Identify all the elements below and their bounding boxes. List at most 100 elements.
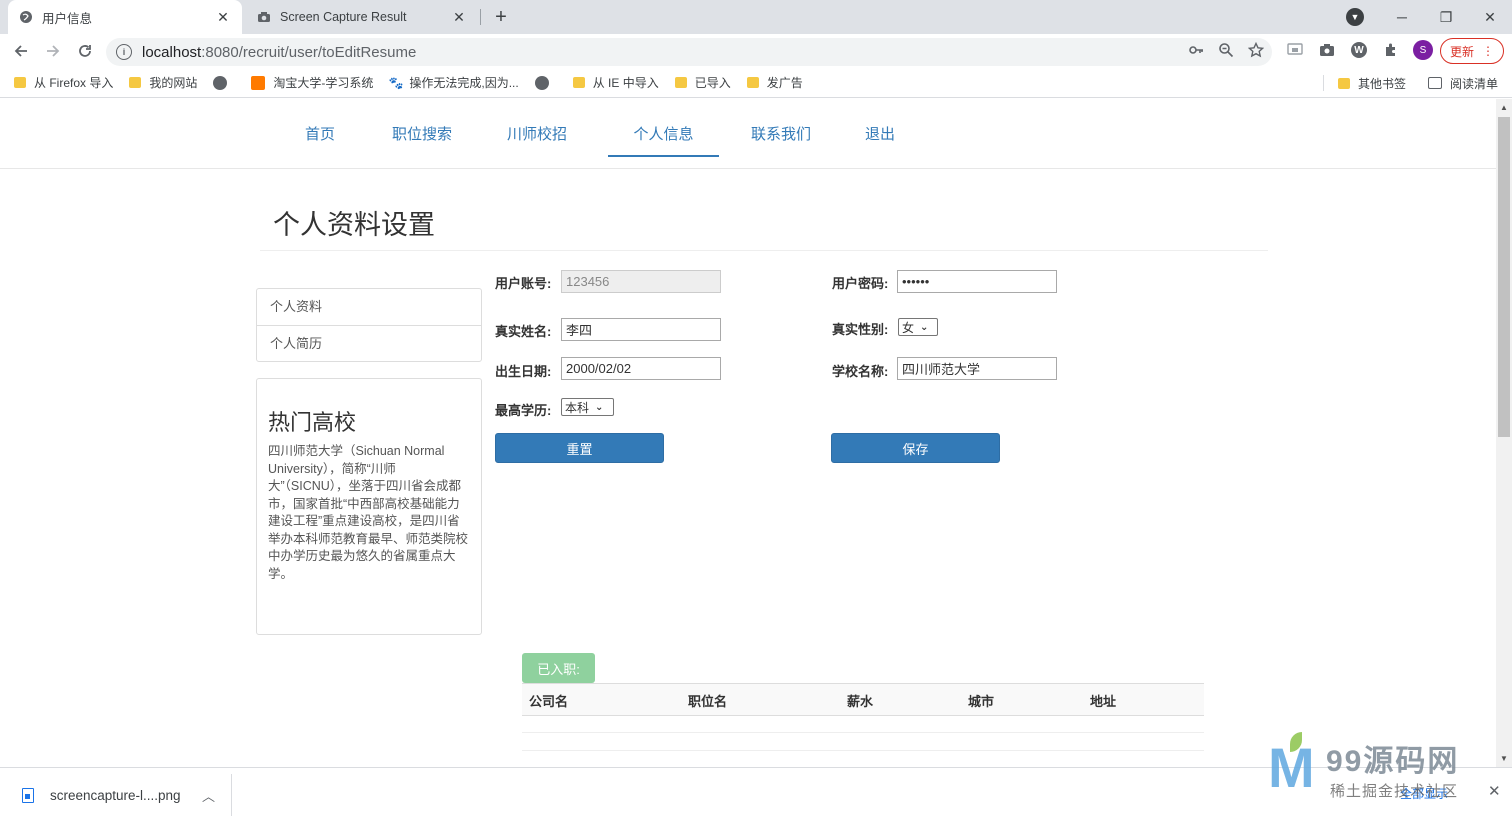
col-address: 地址 bbox=[1090, 694, 1117, 709]
address-bar[interactable]: i localhost:8080/recruit/user/toEditResu… bbox=[106, 38, 1272, 66]
close-window-icon[interactable]: ✕ bbox=[1468, 0, 1512, 34]
birth-label: 出生日期: bbox=[495, 364, 552, 379]
bookmark-taobao-university[interactable]: 淘宝大学-学习系统 bbox=[251, 74, 373, 91]
nav-personal-info[interactable]: 个人信息 bbox=[608, 123, 719, 157]
realname-label: 真实姓名: bbox=[495, 324, 552, 339]
realname-field[interactable] bbox=[561, 318, 721, 341]
back-icon[interactable] bbox=[9, 39, 33, 63]
bookmark-globe-1[interactable] bbox=[213, 75, 235, 90]
hot-schools-title: 热门高校 bbox=[268, 410, 357, 435]
nav-contact[interactable]: 联系我们 bbox=[751, 123, 811, 144]
scrollbar[interactable]: ▲ ▼ bbox=[1496, 99, 1512, 767]
table-row bbox=[522, 733, 1204, 751]
education-select[interactable]: 本科 ⌄ bbox=[561, 398, 614, 416]
nav-logout[interactable]: 退出 bbox=[865, 123, 895, 144]
tab-screen-capture[interactable]: Screen Capture Result ✕ bbox=[246, 0, 478, 34]
download-filename: screencapture-l....png bbox=[50, 787, 181, 803]
chevron-down-icon: ⌄ bbox=[920, 321, 929, 333]
birth-field[interactable] bbox=[561, 357, 721, 380]
side-menu: 个人资料 个人简历 bbox=[256, 288, 482, 362]
taobao-icon bbox=[251, 75, 266, 90]
page-title: 个人资料设置 bbox=[273, 210, 435, 240]
chevron-down-icon: ⌄ bbox=[595, 401, 604, 413]
update-label: 更新 bbox=[1449, 44, 1474, 59]
close-icon[interactable]: ✕ bbox=[450, 8, 468, 26]
zoom-icon[interactable] bbox=[1218, 42, 1234, 61]
tab-search-icon[interactable]: ▼ bbox=[1346, 8, 1364, 26]
nav-home[interactable]: 首页 bbox=[305, 123, 335, 144]
side-menu-resume[interactable]: 个人简历 bbox=[257, 325, 481, 361]
folder-icon bbox=[746, 77, 759, 88]
bookmark-globe-2[interactable] bbox=[534, 75, 557, 90]
bookmarks-right: 其他书签 阅读清单 bbox=[1322, 68, 1498, 98]
folder-icon bbox=[1337, 77, 1350, 89]
forward-icon[interactable] bbox=[41, 39, 65, 63]
update-button[interactable]: 更新 ⋮ bbox=[1440, 38, 1504, 64]
gender-select[interactable]: 女 ⌄ bbox=[898, 318, 938, 336]
puzzle-icon[interactable] bbox=[1380, 39, 1402, 61]
folder-icon bbox=[14, 77, 26, 88]
password-label: 用户密码: bbox=[832, 276, 889, 291]
school-field[interactable] bbox=[897, 357, 1057, 380]
school-label: 学校名称: bbox=[832, 364, 889, 379]
info-icon[interactable]: i bbox=[116, 44, 132, 60]
nav-job-search[interactable]: 职位搜索 bbox=[392, 123, 452, 144]
tab-separator bbox=[480, 9, 481, 25]
key-icon[interactable] bbox=[1188, 42, 1204, 61]
reset-button[interactable]: 重置 bbox=[495, 433, 664, 463]
cast-icon[interactable] bbox=[1284, 39, 1306, 61]
scroll-down-icon[interactable]: ▼ bbox=[1500, 754, 1508, 763]
extension-icons: W S bbox=[1284, 39, 1434, 61]
bookmark-my-site[interactable]: 我的网站 bbox=[129, 74, 197, 91]
show-all-link[interactable]: 全部显示 bbox=[1400, 785, 1448, 802]
tab-user-info[interactable]: 用户信息 ✕ bbox=[8, 0, 242, 34]
scroll-up-icon[interactable]: ▲ bbox=[1500, 103, 1508, 112]
browser-tab-bar: 用户信息 ✕ Screen Capture Result ✕ + ▼ ─ ❐ ✕ bbox=[0, 0, 1512, 34]
table-row bbox=[522, 716, 1204, 733]
hot-schools-text: 四川师范大学（Sichuan Normal University），简称“川师大… bbox=[268, 444, 469, 581]
close-icon[interactable]: ✕ bbox=[1488, 782, 1501, 800]
col-position: 职位名 bbox=[688, 694, 728, 709]
omnibox-icons bbox=[1188, 41, 1265, 61]
account-label: 用户账号: bbox=[495, 276, 552, 291]
bookmark-other[interactable]: 其他书签 bbox=[1337, 75, 1406, 92]
nav-campus-recruit[interactable]: 川师校招 bbox=[507, 123, 567, 144]
tab-title: Screen Capture Result bbox=[280, 10, 407, 24]
new-tab-icon[interactable]: + bbox=[490, 6, 512, 28]
hot-schools-panel: 热门高校 四川师范大学（Sichuan Normal University），简… bbox=[256, 378, 482, 635]
side-menu-profile[interactable]: 个人资料 bbox=[257, 289, 481, 325]
password-field[interactable] bbox=[897, 270, 1057, 293]
bookmark-ie-import[interactable]: 从 IE 中导入 bbox=[572, 74, 659, 91]
screenshot-icon[interactable] bbox=[1316, 39, 1338, 61]
account-field[interactable] bbox=[561, 270, 721, 293]
globe-icon bbox=[18, 9, 34, 25]
bookmark-ads[interactable]: 发广告 bbox=[746, 74, 803, 91]
star-icon[interactable] bbox=[1247, 41, 1265, 61]
w-extension-icon[interactable]: W bbox=[1348, 39, 1370, 61]
bookmark-operation-failed[interactable]: 🐾 操作无法完成,因为... bbox=[388, 74, 519, 91]
folder-icon bbox=[572, 77, 585, 88]
folder-icon bbox=[129, 77, 142, 88]
bookmark-firefox-import[interactable]: 从 Firefox 导入 bbox=[14, 74, 113, 91]
restore-icon[interactable]: ❐ bbox=[1424, 0, 1468, 34]
download-item[interactable]: screencapture-l....png ︿ bbox=[0, 774, 232, 816]
download-shelf: screencapture-l....png ︿ 全部显示 ✕ bbox=[0, 767, 1512, 821]
chevron-up-icon[interactable]: ︿ bbox=[202, 786, 215, 805]
window-controls: ─ ❐ ✕ bbox=[1380, 0, 1512, 34]
reading-list[interactable]: 阅读清单 bbox=[1410, 75, 1498, 92]
minimize-icon[interactable]: ─ bbox=[1380, 0, 1424, 34]
reading-list-icon bbox=[1427, 77, 1442, 89]
education-label: 最高学历: bbox=[495, 403, 552, 418]
divider bbox=[1322, 75, 1324, 91]
save-button[interactable]: 保存 bbox=[831, 433, 1000, 463]
bookmark-imported[interactable]: 已导入 bbox=[674, 74, 731, 91]
col-city: 城市 bbox=[968, 694, 995, 709]
baidu-paw-icon: 🐾 bbox=[388, 75, 404, 90]
reload-icon[interactable] bbox=[73, 39, 97, 63]
close-icon[interactable]: ✕ bbox=[214, 8, 232, 26]
globe-icon bbox=[213, 75, 228, 90]
globe-icon bbox=[534, 75, 549, 90]
profile-avatar[interactable]: S bbox=[1412, 39, 1434, 61]
scrollbar-thumb[interactable] bbox=[1498, 117, 1510, 437]
gender-value: 女 bbox=[902, 320, 915, 335]
